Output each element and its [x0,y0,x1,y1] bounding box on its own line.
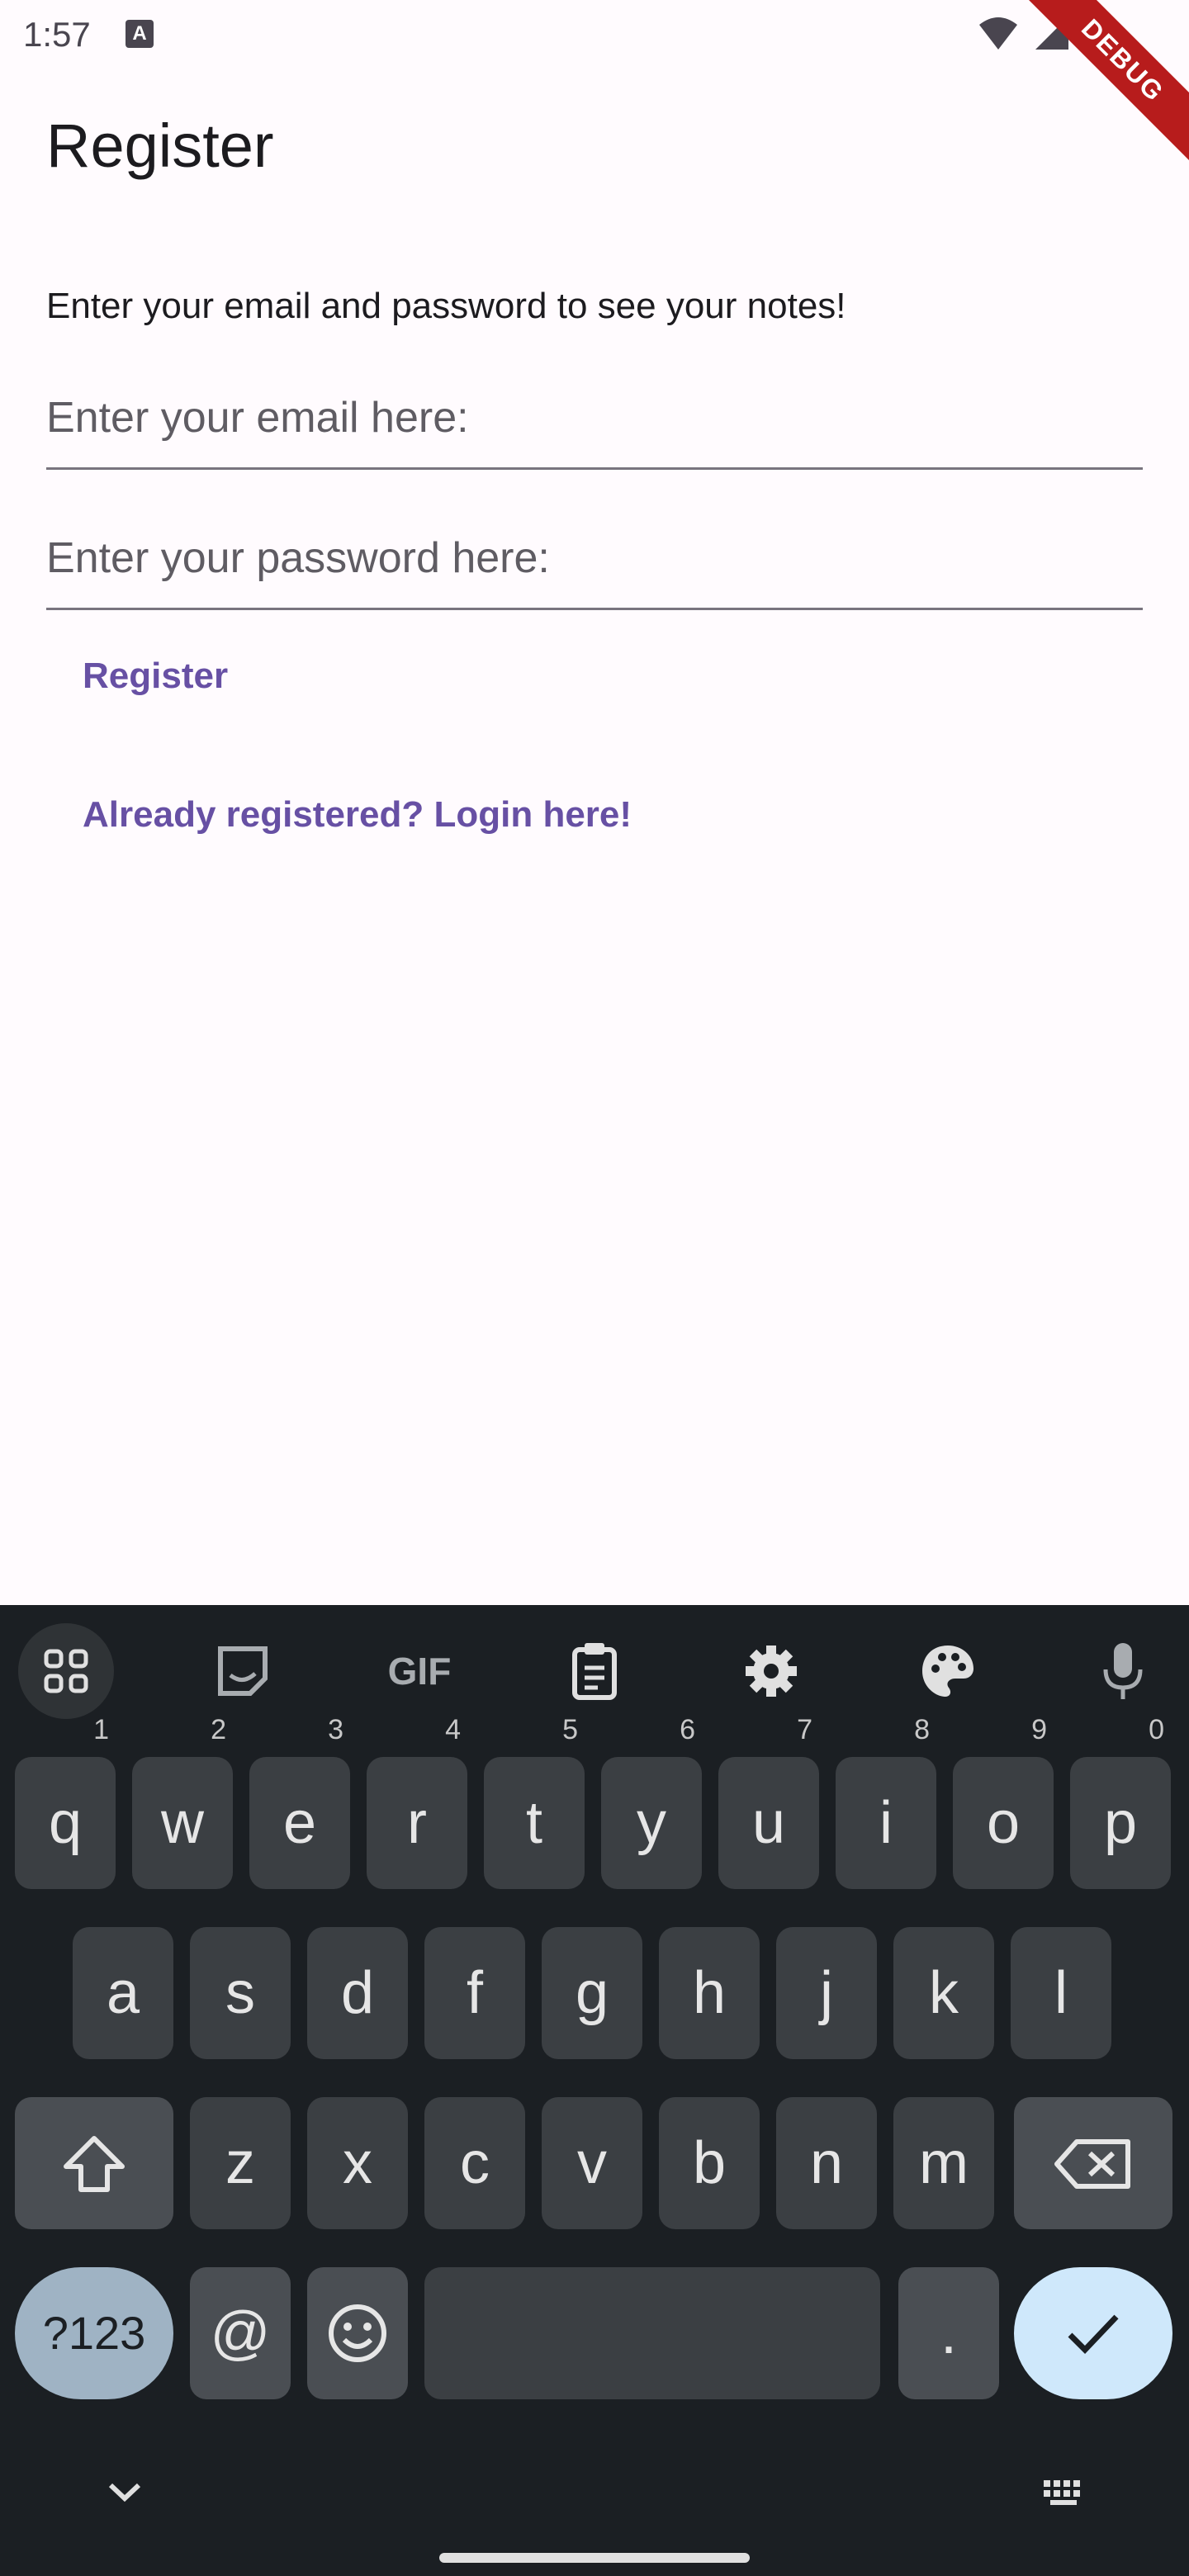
page-title: Register [46,111,274,180]
login-link-button[interactable]: Already registered? Login here! [58,778,656,852]
emoji-key[interactable] [307,2267,408,2399]
key-p[interactable]: p0 [1070,1716,1171,1889]
key-n[interactable]: n [776,2097,877,2229]
intro-text: Enter your email and password to see you… [46,286,846,326]
settings-icon[interactable] [723,1623,819,1719]
key-o[interactable]: o9 [953,1716,1054,1889]
hide-keyboard-icon[interactable] [106,2480,144,2505]
key-h[interactable]: h [659,1927,760,2059]
clipboard-icon[interactable] [547,1623,642,1719]
key-f[interactable]: f [424,1927,525,2059]
palette-icon[interactable] [900,1623,996,1719]
symbols-key[interactable]: ?123 [15,2267,173,2399]
status-a-icon: A [126,20,154,48]
key-m[interactable]: m [893,2097,994,2229]
key-g[interactable]: g [542,1927,642,2059]
status-bar: 1:57 A DEBUG [0,0,1189,188]
key-u[interactable]: u7 [718,1716,819,1889]
email-field[interactable] [46,368,1143,470]
key-v[interactable]: v [542,2097,642,2229]
key-x[interactable]: x [307,2097,408,2229]
key-k[interactable]: k [893,1927,994,2059]
space-key[interactable] [424,2267,880,2399]
key-t[interactable]: t5 [484,1716,585,1889]
key-r[interactable]: r4 [367,1716,467,1889]
key-y[interactable]: y6 [601,1716,702,1889]
register-button[interactable]: Register [58,639,253,713]
mic-icon[interactable] [1075,1623,1171,1719]
home-indicator[interactable] [439,2553,750,2563]
shift-key[interactable] [15,2097,173,2229]
email-input[interactable] [46,368,1143,467]
keyboard-switch-icon[interactable] [1042,2479,1088,2508]
key-period[interactable]: . [898,2267,999,2399]
apps-icon[interactable] [18,1623,114,1719]
key-b[interactable]: b [659,2097,760,2229]
sticker-icon[interactable] [195,1623,291,1719]
wifi-icon [979,17,1017,50]
key-i[interactable]: i8 [836,1716,936,1889]
key-z[interactable]: z [190,2097,291,2229]
keyboard-bottom-bar [0,2447,1189,2576]
key-q[interactable]: q1 [15,1716,116,1889]
key-j[interactable]: j [776,1927,877,2059]
keyboard-toolbar: GIF [0,1605,1189,1729]
backspace-key[interactable] [1014,2097,1172,2229]
status-time: 1:57 [23,15,91,54]
check-icon [1068,2314,1119,2355]
key-d[interactable]: d [307,1927,408,2059]
key-at[interactable]: @ [190,2267,291,2399]
gif-icon[interactable]: GIF [372,1623,467,1719]
key-w[interactable]: w2 [132,1716,233,1889]
password-input[interactable] [46,509,1143,608]
backspace-icon [1054,2139,1130,2189]
key-e[interactable]: e3 [249,1716,350,1889]
soft-keyboard: GIF q1 w2 e3 r4 t5 y6 u7 i8 o9 p0 a s d … [0,1605,1189,2576]
enter-key[interactable] [1014,2267,1172,2399]
key-l[interactable]: l [1011,1927,1111,2059]
shift-icon [64,2136,125,2192]
key-s[interactable]: s [190,1927,291,2059]
emoji-icon [329,2304,386,2362]
key-a[interactable]: a [73,1927,173,2059]
key-c[interactable]: c [424,2097,525,2229]
password-field[interactable] [46,509,1143,610]
